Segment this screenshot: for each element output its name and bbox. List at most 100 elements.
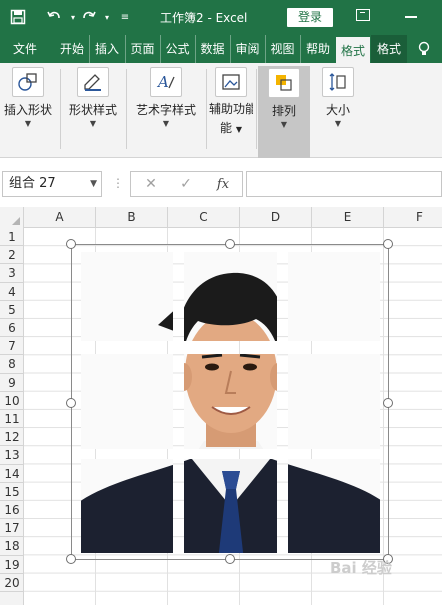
row-header-10[interactable]: 10 bbox=[0, 392, 24, 410]
document-title: 工作簿2 - Excel bbox=[160, 11, 248, 25]
tab-format-drawing[interactable]: 格式 bbox=[371, 35, 407, 63]
row-header-19[interactable]: 19 bbox=[0, 556, 24, 574]
tab-help[interactable]: 帮助 bbox=[300, 35, 335, 63]
wordart-icon: A bbox=[150, 67, 182, 97]
row-header-16[interactable]: 16 bbox=[0, 501, 24, 520]
select-all-button[interactable] bbox=[0, 207, 24, 228]
column-header-b[interactable]: B bbox=[96, 207, 168, 228]
lightbulb-icon[interactable] bbox=[411, 35, 437, 63]
row-header-6[interactable]: 6 bbox=[0, 319, 24, 338]
puzzle-tile[interactable] bbox=[184, 459, 277, 553]
puzzle-tile[interactable] bbox=[288, 252, 380, 341]
row-header-13[interactable]: 13 bbox=[0, 446, 24, 465]
tile-image bbox=[81, 354, 173, 449]
ribbon-divider bbox=[206, 69, 207, 149]
svg-text:A: A bbox=[156, 73, 169, 91]
redo-icon[interactable] bbox=[80, 8, 98, 26]
minimize-icon[interactable] bbox=[405, 16, 417, 18]
resize-handle[interactable] bbox=[66, 554, 76, 564]
chevron-down-icon: ▼ bbox=[89, 119, 97, 128]
column-header-c[interactable]: C bbox=[168, 207, 240, 228]
alt-text-icon bbox=[215, 67, 247, 97]
login-button[interactable]: 登录 bbox=[287, 8, 333, 27]
tab-view[interactable]: 视图 bbox=[265, 35, 299, 63]
formula-bar-resize-handle[interactable]: ⋮ bbox=[112, 176, 124, 190]
arrange-group[interactable]: 排列 ▼ bbox=[258, 66, 310, 158]
row-header-11[interactable]: 11 bbox=[0, 410, 24, 429]
row-header-7[interactable]: 7 bbox=[0, 337, 24, 356]
tab-data[interactable]: 数据 bbox=[195, 35, 229, 63]
column-header-d[interactable]: D bbox=[240, 207, 312, 228]
tile-image bbox=[184, 354, 277, 449]
row-header-1[interactable]: 1 bbox=[0, 228, 24, 247]
chevron-down-icon[interactable]: ▼ bbox=[90, 172, 97, 196]
ribbon-divider bbox=[60, 69, 61, 149]
resize-handle[interactable] bbox=[66, 239, 76, 249]
column-header-f[interactable]: F bbox=[384, 207, 442, 228]
enter-icon[interactable]: ✓ bbox=[174, 174, 198, 194]
ribbon-panel: 插入形状 ▼ 形状样式 ▼ A 艺术字样式 ▼ 辅助功能 能 ▼ 排列 ▼ 大小… bbox=[0, 63, 442, 158]
row-header-8[interactable]: 8 bbox=[0, 355, 24, 374]
puzzle-tile[interactable] bbox=[81, 252, 173, 341]
tab-file[interactable]: 文件 bbox=[0, 35, 50, 63]
shape-styles-group[interactable]: 形状样式 ▼ bbox=[64, 67, 122, 153]
tile-image bbox=[288, 354, 380, 449]
tile-image bbox=[81, 459, 173, 553]
accessibility-group[interactable]: 辅助功能 能 ▼ bbox=[208, 67, 254, 153]
row-header-5[interactable]: 5 bbox=[0, 301, 24, 319]
chevron-down-icon: ▼ bbox=[280, 120, 288, 129]
resize-handle[interactable] bbox=[66, 398, 76, 408]
row-header-17[interactable]: 17 bbox=[0, 519, 24, 538]
wordart-styles-group[interactable]: A 艺术字样式 ▼ bbox=[130, 67, 202, 153]
puzzle-tile[interactable] bbox=[288, 354, 380, 449]
formula-input[interactable] bbox=[246, 171, 442, 197]
row-header-18[interactable]: 18 bbox=[0, 537, 24, 556]
name-box[interactable]: 组合 27 ▼ bbox=[2, 171, 102, 197]
row-header-3[interactable]: 3 bbox=[0, 264, 24, 283]
ribbon-display-options-icon[interactable] bbox=[356, 9, 370, 21]
customize-quick-access-icon[interactable]: ≡ bbox=[116, 8, 134, 26]
insert-shapes-group[interactable]: 插入形状 ▼ bbox=[0, 67, 56, 153]
formula-bar: 组合 27 ▼ ⋮ ✕ ✓ fx bbox=[0, 166, 442, 202]
puzzle-tile[interactable] bbox=[288, 459, 380, 553]
row-header-9[interactable]: 9 bbox=[0, 374, 24, 392]
insert-function-button[interactable]: fx bbox=[211, 174, 235, 194]
shape-style-icon bbox=[77, 67, 109, 97]
puzzle-tile[interactable] bbox=[81, 354, 173, 449]
row-header-20[interactable]: 20 bbox=[0, 574, 24, 592]
puzzle-tile[interactable] bbox=[81, 459, 173, 553]
tab-insert[interactable]: 插入 bbox=[89, 35, 124, 63]
chevron-down-icon: ▼ bbox=[162, 119, 170, 128]
cancel-icon[interactable]: ✕ bbox=[139, 174, 163, 194]
resize-handle[interactable] bbox=[383, 239, 393, 249]
column-header-e[interactable]: E bbox=[312, 207, 384, 228]
resize-handle[interactable] bbox=[225, 554, 235, 564]
row-header-4[interactable]: 4 bbox=[0, 283, 24, 301]
redo-dropdown-icon[interactable]: ▾ bbox=[98, 8, 116, 26]
accessibility-label-line1: 辅助功能 bbox=[209, 102, 253, 116]
tab-format-picture[interactable]: 格式 bbox=[336, 35, 370, 63]
chevron-down-icon: ▼ bbox=[334, 119, 342, 128]
row-header-15[interactable]: 15 bbox=[0, 483, 24, 501]
row-header-12[interactable]: 12 bbox=[0, 428, 24, 447]
formula-buttons: ✕ ✓ fx bbox=[130, 171, 243, 197]
save-icon[interactable] bbox=[9, 8, 27, 26]
resize-handle[interactable] bbox=[383, 398, 393, 408]
size-group[interactable]: 大小 ▼ bbox=[314, 67, 362, 153]
row-header-14[interactable]: 14 bbox=[0, 465, 24, 483]
tab-page-layout[interactable]: 页面 bbox=[125, 35, 159, 63]
watermark: Bai 经验 bbox=[330, 559, 392, 577]
undo-icon[interactable] bbox=[45, 8, 63, 26]
resize-handle[interactable] bbox=[225, 239, 235, 249]
accessibility-label-line2: 能 bbox=[220, 121, 233, 135]
column-header-a[interactable]: A bbox=[24, 207, 96, 228]
puzzle-tile[interactable] bbox=[184, 354, 277, 449]
picture-group[interactable] bbox=[66, 239, 393, 564]
tab-formulas[interactable]: 公式 bbox=[160, 35, 194, 63]
tab-home[interactable]: 开始 bbox=[56, 35, 88, 63]
puzzle-tile[interactable] bbox=[184, 252, 277, 341]
wordart-styles-label: 艺术字样式 bbox=[135, 103, 196, 117]
tab-review[interactable]: 审阅 bbox=[230, 35, 264, 63]
row-header-2[interactable]: 2 bbox=[0, 246, 24, 265]
tile-image bbox=[184, 252, 277, 341]
